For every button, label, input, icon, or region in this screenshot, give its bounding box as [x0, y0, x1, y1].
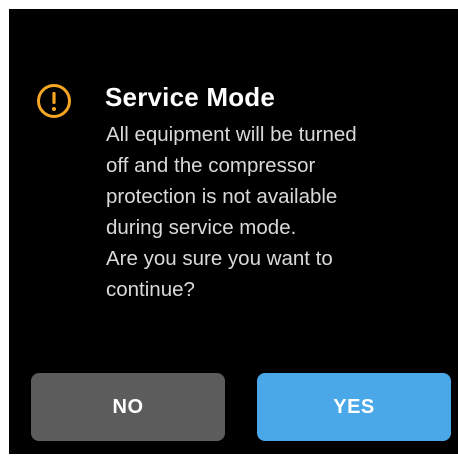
- warning-circle-icon: [37, 84, 71, 118]
- dialog-title: Service Mode: [105, 82, 276, 112]
- dialog-message-line: off and the compressor: [106, 154, 316, 177]
- dialog-message-line: protection is not available: [106, 185, 338, 208]
- dialog-message-line: during service mode.: [106, 216, 297, 239]
- dialog-message-line: continue?: [106, 278, 195, 301]
- no-button[interactable]: NO: [31, 373, 225, 441]
- dialog-message-line: All equipment will be turned: [106, 123, 357, 146]
- yes-button[interactable]: YES: [257, 373, 451, 441]
- dialog-message: All equipment will be turned off and the…: [106, 119, 436, 305]
- thermostat-screen: Service Mode All equipment will be turne…: [9, 9, 458, 454]
- dialog-message-line: Are you sure you want to: [106, 247, 333, 270]
